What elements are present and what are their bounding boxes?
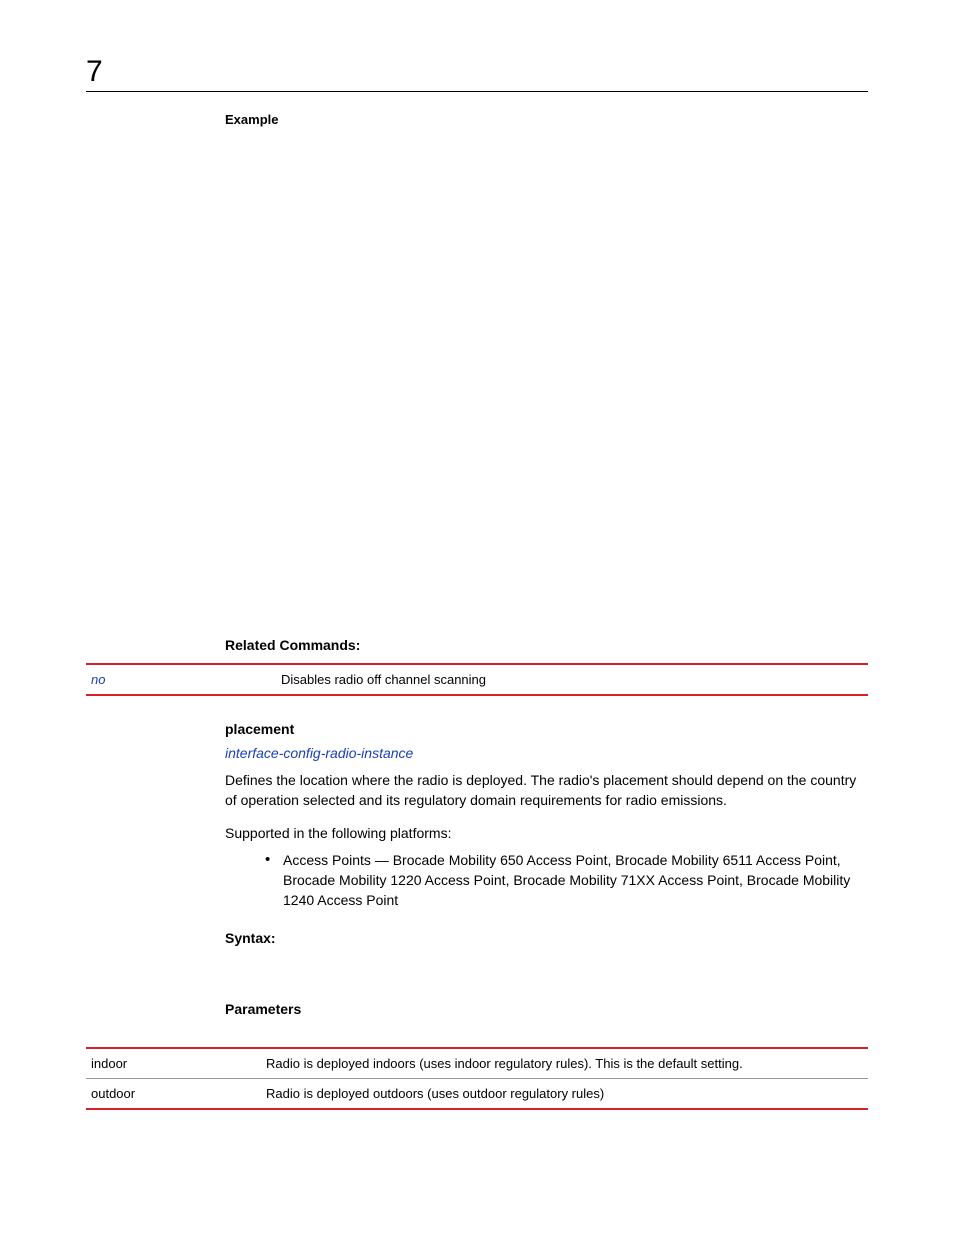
table-row: indoor Radio is deployed indoors (uses i…	[86, 1048, 868, 1079]
placement-heading: placement	[225, 721, 868, 737]
parameters-heading: Parameters	[225, 1001, 868, 1017]
param-name: indoor	[86, 1048, 266, 1079]
bullet-icon: •	[265, 851, 283, 869]
list-item: • Access Points — Brocade Mobility 650 A…	[265, 851, 868, 911]
supported-platforms-label: Supported in the following platforms:	[225, 825, 868, 841]
body-paragraph: Defines the location where the radio is …	[225, 771, 868, 811]
page: 7 Example Related Commands: no Disables …	[0, 0, 954, 1235]
bullet-list: • Access Points — Brocade Mobility 650 A…	[265, 851, 868, 911]
chapter-rule	[86, 91, 868, 92]
table-row: outdoor Radio is deployed outdoors (uses…	[86, 1079, 868, 1110]
interface-link[interactable]: interface-config-radio-instance	[225, 745, 413, 761]
related-commands-heading: Related Commands:	[225, 637, 868, 653]
content-block: Example Related Commands:	[225, 112, 868, 653]
syntax-heading: Syntax:	[225, 930, 868, 946]
content-block: placement interface-config-radio-instanc…	[225, 721, 868, 1017]
bullet-text: Access Points — Brocade Mobility 650 Acc…	[283, 851, 868, 911]
param-name: outdoor	[86, 1079, 266, 1110]
command-name-link[interactable]: no	[86, 664, 281, 695]
parameters-table: indoor Radio is deployed indoors (uses i…	[86, 1047, 868, 1110]
table-row: no Disables radio off channel scanning	[86, 664, 868, 695]
example-heading: Example	[225, 112, 868, 127]
related-commands-table: no Disables radio off channel scanning	[86, 663, 868, 696]
param-description: Radio is deployed indoors (uses indoor r…	[266, 1048, 868, 1079]
command-description: Disables radio off channel scanning	[281, 664, 868, 695]
chapter-number: 7	[86, 55, 868, 89]
param-description: Radio is deployed outdoors (uses outdoor…	[266, 1079, 868, 1110]
